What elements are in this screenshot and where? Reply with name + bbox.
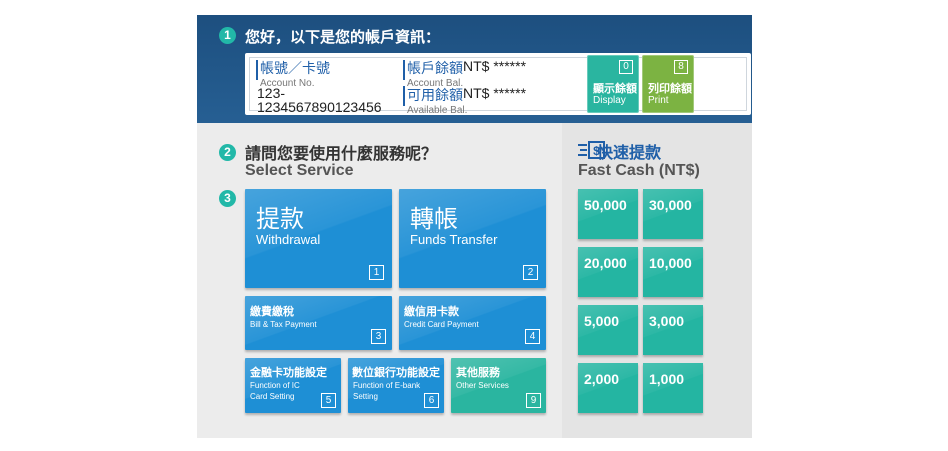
funds-transfer-button[interactable]: 轉帳 Funds Transfer 2: [399, 189, 546, 288]
account-header: 1 您好，以下是您的帳戶資訊： 帳號／卡號 Account No. 123-12…: [197, 15, 752, 123]
fast-cash-1000[interactable]: 1,000: [643, 363, 703, 413]
fast-cash-30000[interactable]: 30,000: [643, 189, 703, 239]
fast-cash-title-en: Fast Cash (NT$): [578, 162, 700, 179]
atm-screen: 1 您好，以下是您的帳戶資訊： 帳號／卡號 Account No. 123-12…: [197, 15, 752, 438]
fast-cash-5000[interactable]: 5,000: [578, 305, 638, 355]
fast-cash-10000[interactable]: 10,000: [643, 247, 703, 297]
key-1: 1: [369, 265, 384, 280]
ic-card-setting-button[interactable]: 金融卡功能設定 Function of IC Card Setting 5: [245, 358, 341, 413]
key-0: 0: [619, 60, 633, 74]
key-3: 3: [371, 329, 386, 344]
fast-cash-20000[interactable]: 20,000: [578, 247, 638, 297]
account-number: 123-1234567890123456: [257, 85, 382, 115]
key-6: 6: [424, 393, 439, 408]
available-value: NT$ ******: [463, 85, 527, 101]
withdrawal-button[interactable]: 提款 Withdrawal 1: [245, 189, 392, 288]
key-9: 9: [526, 393, 541, 408]
greeting-text: 您好，以下是您的帳戶資訊：: [245, 28, 441, 46]
available-label: 可用餘額 Available Bal.: [407, 88, 468, 116]
balance-value: NT$ ******: [463, 58, 527, 74]
step-3-badge: 3: [219, 190, 236, 207]
print-balance-button[interactable]: 8 列印餘額 Print: [642, 55, 694, 113]
fast-cash-50000[interactable]: 50,000: [578, 189, 638, 239]
select-service-title-zh: 請問您要使用什麼服務呢？: [245, 144, 438, 163]
key-2: 2: [523, 265, 538, 280]
fast-cash-3000[interactable]: 3,000: [643, 305, 703, 355]
bill-tax-payment-button[interactable]: 繳費繳稅 Bill & Tax Payment 3: [245, 296, 392, 350]
credit-card-payment-button[interactable]: 繳信用卡款 Credit Card Payment 4: [399, 296, 546, 350]
ebank-setting-button[interactable]: 數位銀行功能設定 Function of E-bank Setting 6: [348, 358, 444, 413]
fast-cash-title-zh: 快速提款: [597, 143, 662, 162]
step-1-badge: 1: [219, 27, 236, 44]
fast-cash-2000[interactable]: 2,000: [578, 363, 638, 413]
step-2-badge: 2: [219, 144, 236, 161]
key-5: 5: [321, 393, 336, 408]
key-8: 8: [674, 60, 688, 74]
display-balance-button[interactable]: 0 顯示餘額 Display: [587, 55, 639, 113]
other-services-button[interactable]: 其他服務 Other Services 9: [451, 358, 546, 413]
key-4: 4: [525, 329, 540, 344]
select-service-title-en: Select Service: [245, 162, 354, 179]
